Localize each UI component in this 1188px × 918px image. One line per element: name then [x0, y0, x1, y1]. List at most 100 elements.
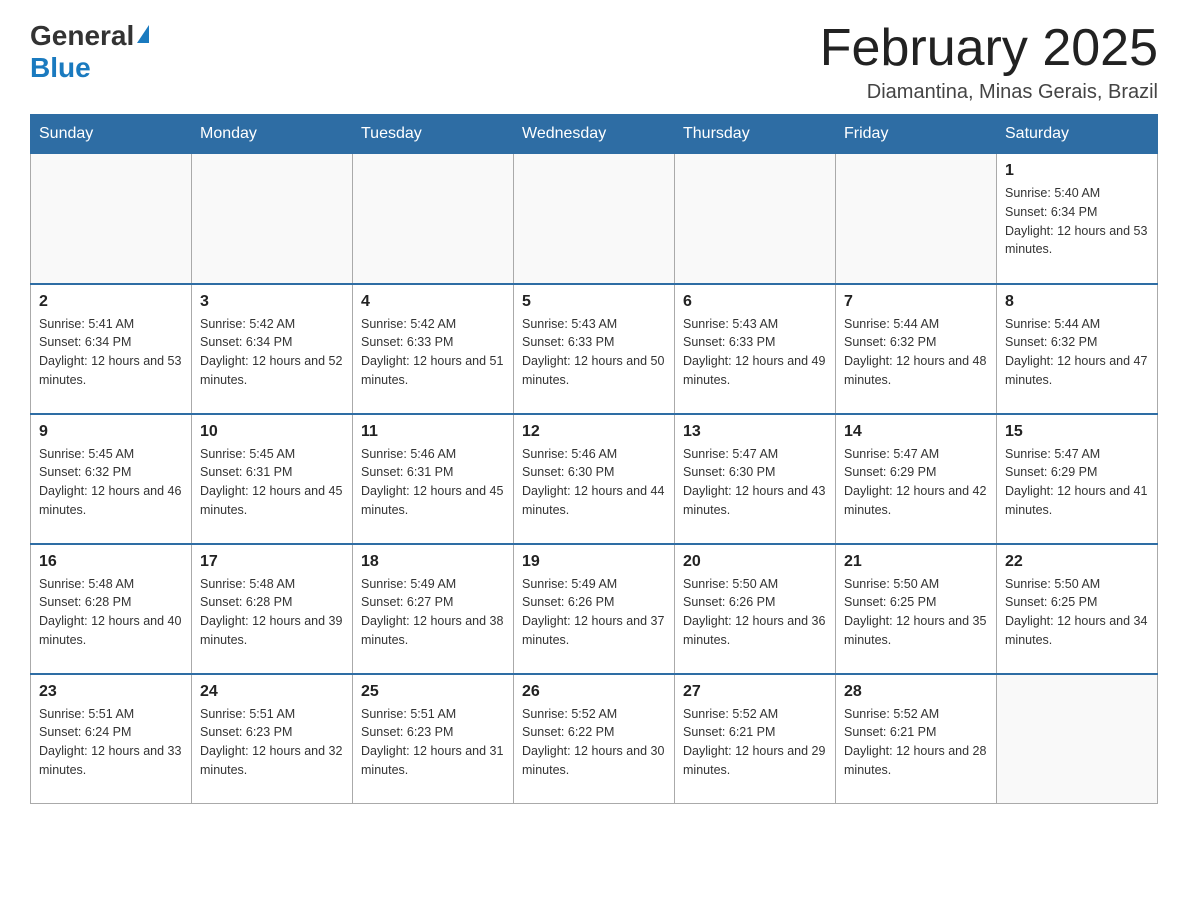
day-info: Sunrise: 5:50 AM Sunset: 6:25 PM Dayligh…	[844, 575, 988, 650]
day-info: Sunrise: 5:48 AM Sunset: 6:28 PM Dayligh…	[200, 575, 344, 650]
day-info: Sunrise: 5:47 AM Sunset: 6:29 PM Dayligh…	[844, 445, 988, 520]
calendar-week-row: 16 Sunrise: 5:48 AM Sunset: 6:28 PM Dayli…	[31, 544, 1158, 674]
day-number: 10	[200, 423, 344, 441]
page-header: General Blue February 2025 Diamantina, M…	[30, 20, 1158, 104]
day-info: Sunrise: 5:51 AM Sunset: 6:23 PM Dayligh…	[361, 705, 505, 780]
table-row: 27 Sunrise: 5:52 AM Sunset: 6:21 PM Dayli…	[675, 674, 836, 804]
calendar-week-row: 2 Sunrise: 5:41 AM Sunset: 6:34 PM Daylig…	[31, 284, 1158, 414]
day-number: 24	[200, 683, 344, 701]
table-row	[353, 154, 514, 284]
day-number: 28	[844, 683, 988, 701]
day-info: Sunrise: 5:51 AM Sunset: 6:23 PM Dayligh…	[200, 705, 344, 780]
day-number: 19	[522, 553, 666, 571]
table-row: 24 Sunrise: 5:51 AM Sunset: 6:23 PM Dayli…	[192, 674, 353, 804]
table-row: 21 Sunrise: 5:50 AM Sunset: 6:25 PM Dayli…	[836, 544, 997, 674]
day-info: Sunrise: 5:50 AM Sunset: 6:25 PM Dayligh…	[1005, 575, 1149, 650]
day-info: Sunrise: 5:43 AM Sunset: 6:33 PM Dayligh…	[683, 315, 827, 390]
table-row: 11 Sunrise: 5:46 AM Sunset: 6:31 PM Dayli…	[353, 414, 514, 544]
table-row: 5 Sunrise: 5:43 AM Sunset: 6:33 PM Daylig…	[514, 284, 675, 414]
day-info: Sunrise: 5:52 AM Sunset: 6:21 PM Dayligh…	[844, 705, 988, 780]
col-thursday: Thursday	[675, 115, 836, 154]
table-row: 12Sunrise: 5:46 AM Sunset: 6:30 PM Dayli…	[514, 414, 675, 544]
day-number: 9	[39, 423, 183, 441]
table-row: 14Sunrise: 5:47 AM Sunset: 6:29 PM Dayli…	[836, 414, 997, 544]
table-row: 20Sunrise: 5:50 AM Sunset: 6:26 PM Dayli…	[675, 544, 836, 674]
day-info: Sunrise: 5:52 AM Sunset: 6:21 PM Dayligh…	[683, 705, 827, 780]
day-info: Sunrise: 5:45 AM Sunset: 6:32 PM Dayligh…	[39, 445, 183, 520]
day-number: 7	[844, 293, 988, 311]
logo: General Blue	[30, 20, 149, 84]
table-row	[514, 154, 675, 284]
day-info: Sunrise: 5:49 AM Sunset: 6:27 PM Dayligh…	[361, 575, 505, 650]
day-number: 8	[1005, 293, 1149, 311]
day-info: Sunrise: 5:43 AM Sunset: 6:33 PM Dayligh…	[522, 315, 666, 390]
day-number: 16	[39, 553, 183, 571]
day-number: 4	[361, 293, 505, 311]
table-row: 17 Sunrise: 5:48 AM Sunset: 6:28 PM Dayli…	[192, 544, 353, 674]
table-row	[836, 154, 997, 284]
day-number: 17	[200, 553, 344, 571]
col-sunday: Sunday	[31, 115, 192, 154]
table-row: 1 Sunrise: 5:40 AM Sunset: 6:34 PM Daylig…	[997, 154, 1158, 284]
logo-general-text: General	[30, 20, 134, 52]
col-friday: Friday	[836, 115, 997, 154]
col-tuesday: Tuesday	[353, 115, 514, 154]
table-row: 7 Sunrise: 5:44 AM Sunset: 6:32 PM Daylig…	[836, 284, 997, 414]
table-row: 10Sunrise: 5:45 AM Sunset: 6:31 PM Dayli…	[192, 414, 353, 544]
location-subtitle: Diamantina, Minas Gerais, Brazil	[820, 81, 1158, 104]
calendar-header-row: Sunday Monday Tuesday Wednesday Thursday…	[31, 115, 1158, 154]
day-number: 1	[1005, 162, 1149, 180]
table-row: 13 Sunrise: 5:47 AM Sunset: 6:30 PM Dayli…	[675, 414, 836, 544]
day-number: 11	[361, 423, 505, 441]
col-monday: Monday	[192, 115, 353, 154]
calendar-week-row: 9 Sunrise: 5:45 AM Sunset: 6:32 PM Daylig…	[31, 414, 1158, 544]
table-row: 19 Sunrise: 5:49 AM Sunset: 6:26 PM Dayli…	[514, 544, 675, 674]
table-row: 8 Sunrise: 5:44 AM Sunset: 6:32 PM Daylig…	[997, 284, 1158, 414]
day-number: 13	[683, 423, 827, 441]
table-row: 26Sunrise: 5:52 AM Sunset: 6:22 PM Dayli…	[514, 674, 675, 804]
day-info: Sunrise: 5:52 AM Sunset: 6:22 PM Dayligh…	[522, 705, 666, 780]
logo-blue-text: Blue	[30, 52, 91, 84]
day-number: 6	[683, 293, 827, 311]
table-row: 2 Sunrise: 5:41 AM Sunset: 6:34 PM Daylig…	[31, 284, 192, 414]
day-info: Sunrise: 5:48 AM Sunset: 6:28 PM Dayligh…	[39, 575, 183, 650]
day-info: Sunrise: 5:49 AM Sunset: 6:26 PM Dayligh…	[522, 575, 666, 650]
day-info: Sunrise: 5:44 AM Sunset: 6:32 PM Dayligh…	[844, 315, 988, 390]
day-info: Sunrise: 5:42 AM Sunset: 6:34 PM Dayligh…	[200, 315, 344, 390]
day-number: 21	[844, 553, 988, 571]
table-row: 25 Sunrise: 5:51 AM Sunset: 6:23 PM Dayli…	[353, 674, 514, 804]
logo-triangle-icon	[137, 25, 149, 43]
calendar-table: Sunday Monday Tuesday Wednesday Thursday…	[30, 114, 1158, 804]
title-section: February 2025 Diamantina, Minas Gerais, …	[820, 20, 1158, 104]
table-row	[192, 154, 353, 284]
day-number: 27	[683, 683, 827, 701]
day-number: 18	[361, 553, 505, 571]
day-info: Sunrise: 5:41 AM Sunset: 6:34 PM Dayligh…	[39, 315, 183, 390]
table-row: 28 Sunrise: 5:52 AM Sunset: 6:21 PM Dayli…	[836, 674, 997, 804]
day-info: Sunrise: 5:40 AM Sunset: 6:34 PM Dayligh…	[1005, 184, 1149, 259]
day-info: Sunrise: 5:46 AM Sunset: 6:31 PM Dayligh…	[361, 445, 505, 520]
day-number: 5	[522, 293, 666, 311]
calendar-week-row: 1 Sunrise: 5:40 AM Sunset: 6:34 PM Daylig…	[31, 154, 1158, 284]
day-number: 2	[39, 293, 183, 311]
table-row: 9 Sunrise: 5:45 AM Sunset: 6:32 PM Daylig…	[31, 414, 192, 544]
table-row: 4 Sunrise: 5:42 AM Sunset: 6:33 PM Daylig…	[353, 284, 514, 414]
table-row: 23Sunrise: 5:51 AM Sunset: 6:24 PM Dayli…	[31, 674, 192, 804]
day-info: Sunrise: 5:44 AM Sunset: 6:32 PM Dayligh…	[1005, 315, 1149, 390]
day-info: Sunrise: 5:46 AM Sunset: 6:30 PM Dayligh…	[522, 445, 666, 520]
day-info: Sunrise: 5:42 AM Sunset: 6:33 PM Dayligh…	[361, 315, 505, 390]
day-number: 3	[200, 293, 344, 311]
day-info: Sunrise: 5:47 AM Sunset: 6:29 PM Dayligh…	[1005, 445, 1149, 520]
table-row	[31, 154, 192, 284]
table-row: 15Sunrise: 5:47 AM Sunset: 6:29 PM Dayli…	[997, 414, 1158, 544]
col-wednesday: Wednesday	[514, 115, 675, 154]
day-number: 22	[1005, 553, 1149, 571]
day-info: Sunrise: 5:51 AM Sunset: 6:24 PM Dayligh…	[39, 705, 183, 780]
table-row: 18 Sunrise: 5:49 AM Sunset: 6:27 PM Dayli…	[353, 544, 514, 674]
day-number: 25	[361, 683, 505, 701]
col-saturday: Saturday	[997, 115, 1158, 154]
table-row: 3 Sunrise: 5:42 AM Sunset: 6:34 PM Daylig…	[192, 284, 353, 414]
calendar-week-row: 23Sunrise: 5:51 AM Sunset: 6:24 PM Dayli…	[31, 674, 1158, 804]
day-number: 20	[683, 553, 827, 571]
day-info: Sunrise: 5:47 AM Sunset: 6:30 PM Dayligh…	[683, 445, 827, 520]
